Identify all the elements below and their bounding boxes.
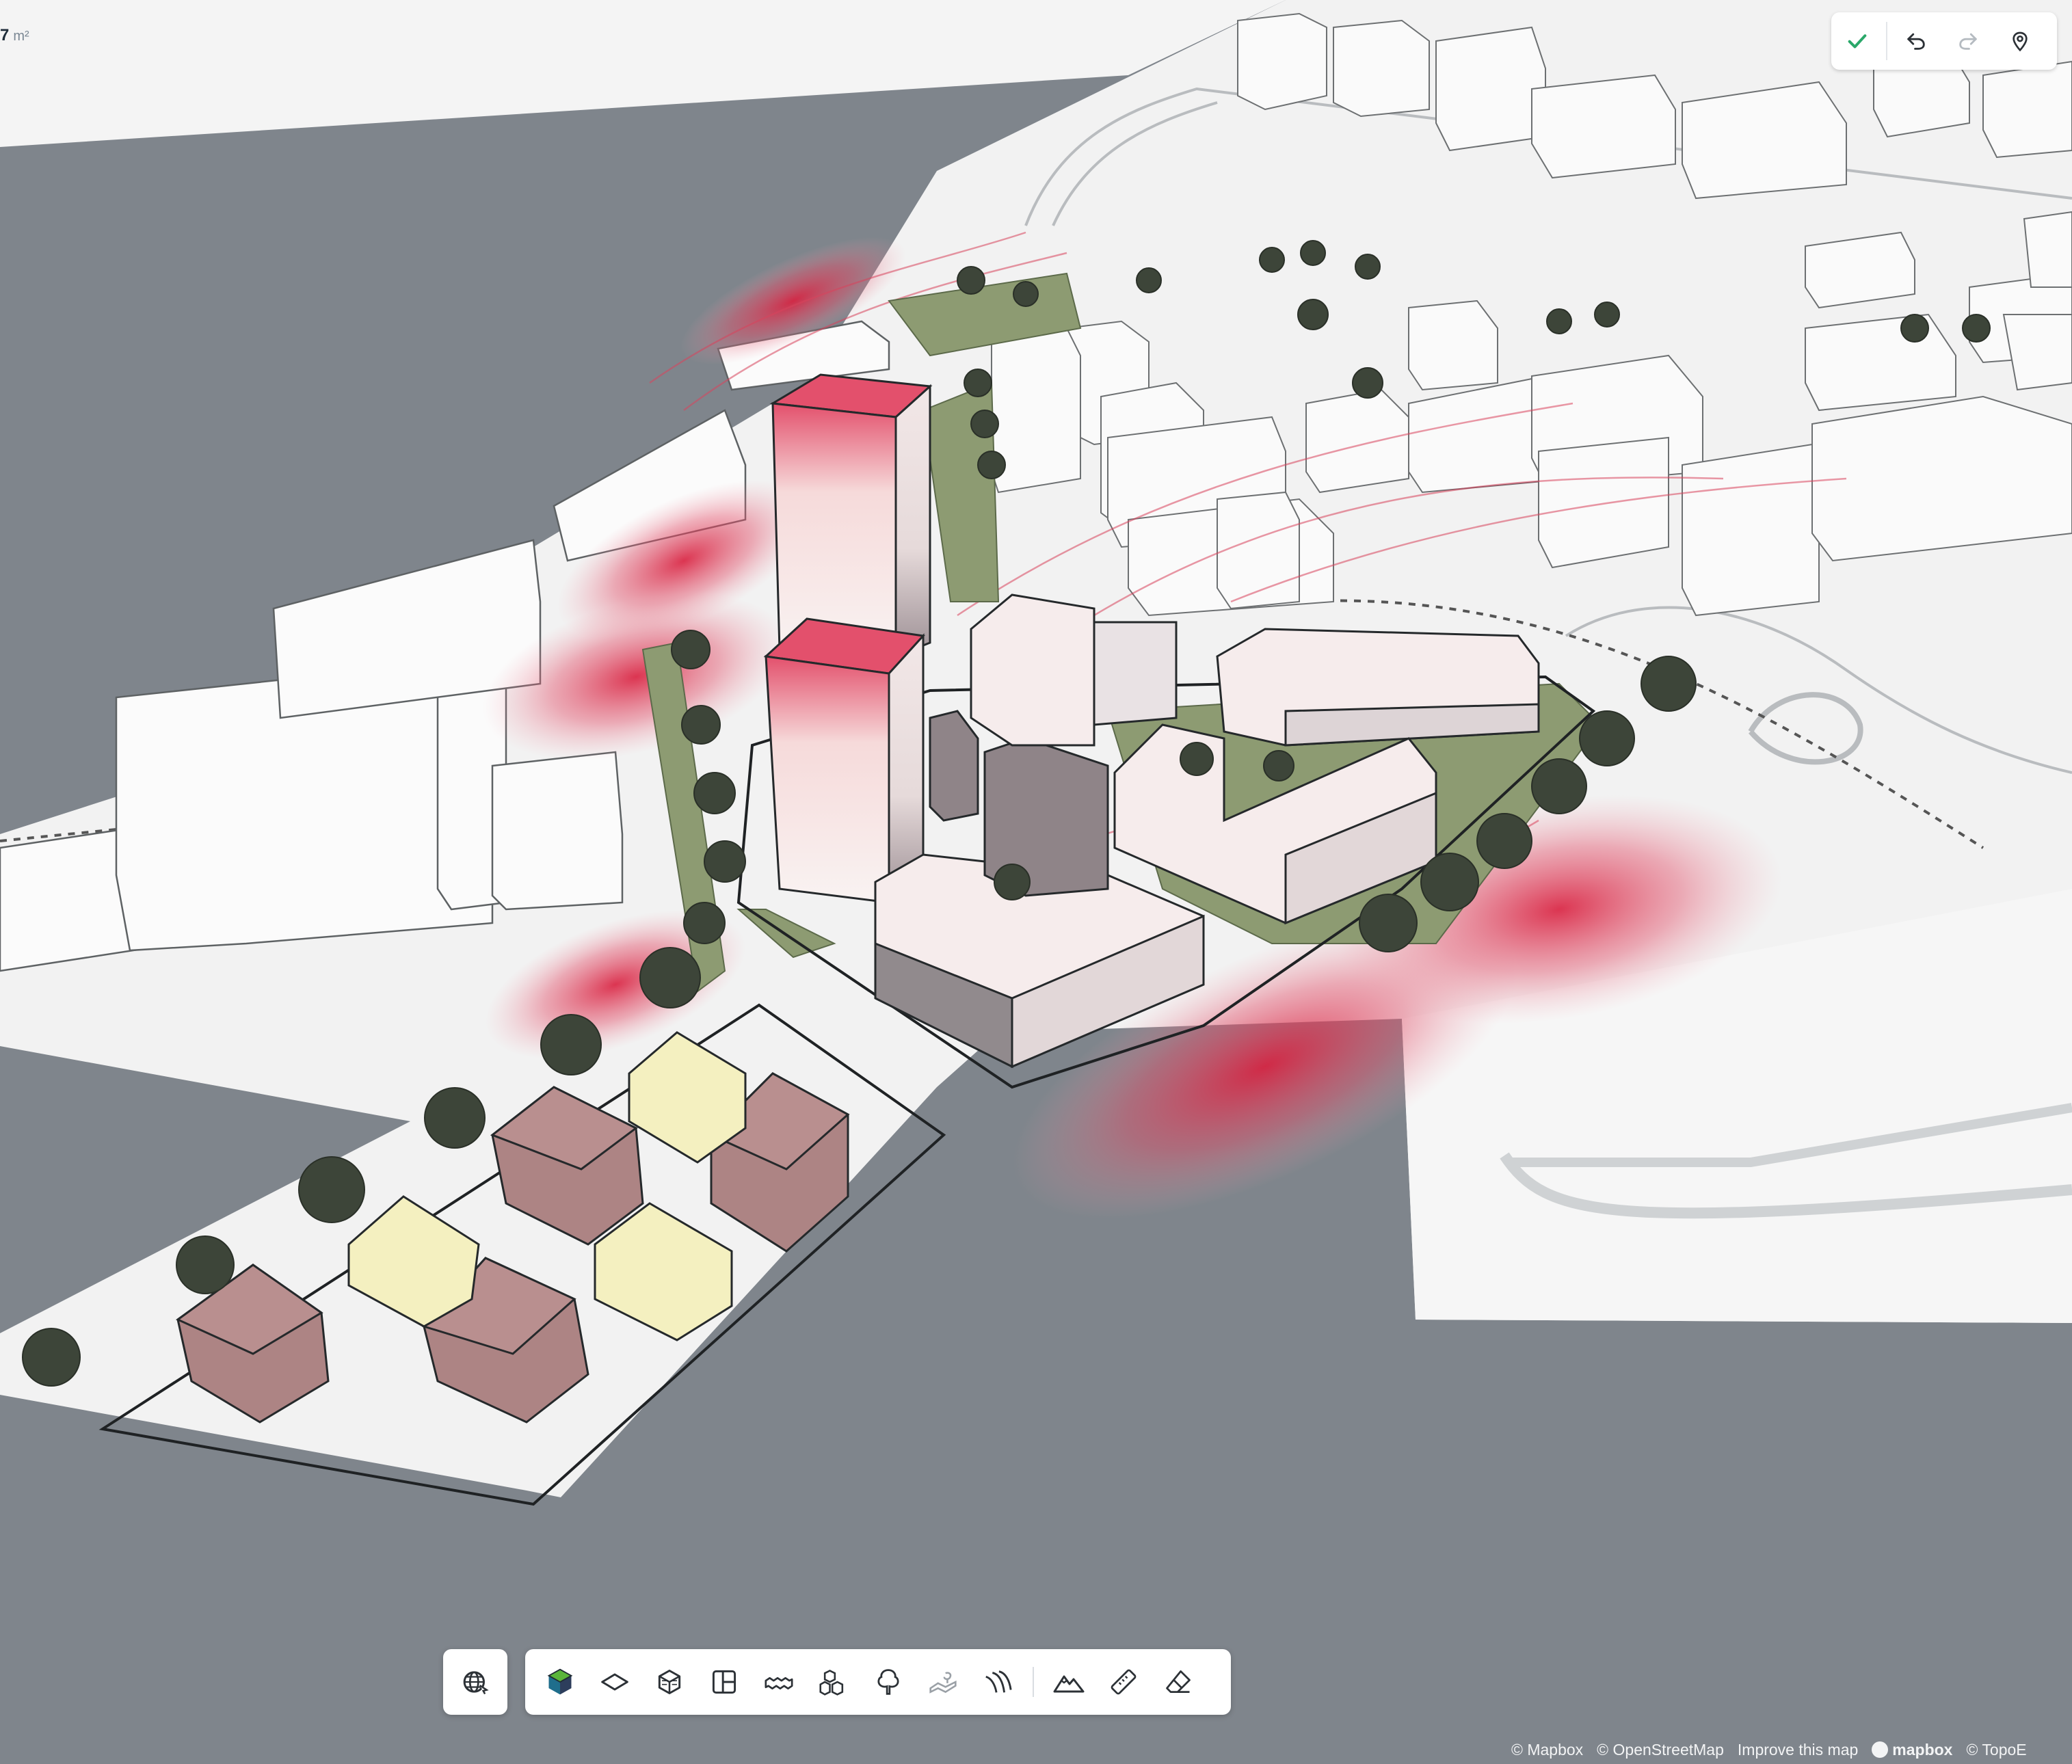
- building-tool[interactable]: [650, 1662, 689, 1702]
- floorplan-tool[interactable]: [704, 1662, 744, 1702]
- mountain-icon: [1053, 1675, 1085, 1693]
- east-block: [1216, 628, 1540, 747]
- rowhouses-icon: [765, 1676, 793, 1689]
- terrain-tool[interactable]: [1049, 1662, 1089, 1702]
- tool-divider: [1033, 1667, 1034, 1697]
- mapbox-logo-icon: [1872, 1741, 1889, 1758]
- undo-icon: [1907, 33, 1925, 50]
- wind-tool[interactable]: [978, 1662, 1018, 1702]
- check-icon: [1848, 34, 1867, 49]
- mapbox-logo-text: mapbox: [1892, 1740, 1953, 1759]
- map-attribution: © Mapbox © OpenStreetMap Improve this ma…: [1511, 1739, 2027, 1760]
- mapbox-logo[interactable]: mapbox: [1872, 1741, 1952, 1759]
- landscape-tool[interactable]: [923, 1662, 963, 1702]
- rowhouse-tool[interactable]: [759, 1662, 799, 1702]
- globe-button[interactable]: [455, 1662, 495, 1702]
- plot-tool[interactable]: [595, 1662, 635, 1702]
- wind-lines-icon: [985, 1670, 1012, 1693]
- topo-credit-link[interactable]: © TopoE: [1966, 1741, 2026, 1759]
- mapbox-credit-link[interactable]: © Mapbox: [1511, 1741, 1583, 1759]
- area-unit: m²: [13, 29, 29, 44]
- site-analysis-tool[interactable]: [540, 1662, 580, 1702]
- tree-icon: [877, 1669, 899, 1695]
- tall-tower: [769, 373, 933, 658]
- tree-tool[interactable]: [868, 1662, 908, 1702]
- redo-icon: [1959, 33, 1977, 50]
- tool-palette: [525, 1649, 1231, 1715]
- map-pin-icon: [2013, 31, 2028, 52]
- toolbar-divider: [1886, 22, 1887, 60]
- area-value: 7: [0, 26, 10, 44]
- osm-credit-link[interactable]: © OpenStreetMap: [1597, 1741, 1724, 1759]
- eraser-tool[interactable]: [1158, 1662, 1198, 1702]
- area-readout: 7 m²: [0, 26, 29, 53]
- plane-icon: [601, 1673, 628, 1691]
- map-canvas[interactable]: [0, 0, 2072, 1764]
- redo-button[interactable]: [1942, 12, 1994, 70]
- location-button[interactable]: [1994, 12, 2046, 70]
- houses-tool[interactable]: [814, 1662, 853, 1702]
- measure-tool[interactable]: [1104, 1662, 1143, 1702]
- eraser-icon: [1166, 1670, 1191, 1694]
- top-toolbar: [1831, 12, 2057, 70]
- box-icon: [658, 1670, 681, 1694]
- cube-colored-icon: [547, 1668, 573, 1695]
- landscape-icon: [929, 1672, 957, 1694]
- mid-tower: [763, 617, 926, 905]
- layout-icon: [712, 1670, 736, 1694]
- globe-icon: [463, 1671, 489, 1695]
- confirm-button[interactable]: [1831, 12, 1883, 70]
- globe-panel: [443, 1649, 507, 1715]
- houses-icon: [819, 1670, 844, 1696]
- undo-button[interactable]: [1890, 12, 1942, 70]
- improve-map-link[interactable]: Improve this map: [1738, 1741, 1858, 1759]
- ruler-icon: [1111, 1669, 1137, 1695]
